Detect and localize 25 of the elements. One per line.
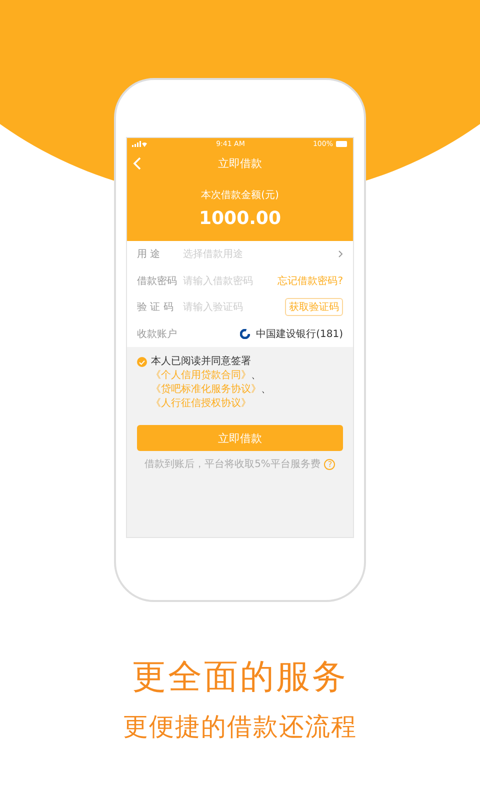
forgot-password-link[interactable]: 忘记借款密码? xyxy=(278,274,343,288)
signal-icon xyxy=(132,141,148,147)
field-label: 用 途 xyxy=(137,248,162,262)
fee-note: 借款到账后，平台将收取5%平台服务费 xyxy=(144,458,320,471)
amount-value: 1000.00 xyxy=(199,208,281,229)
agreement-link[interactable]: 《人行征信授权协议》 xyxy=(151,398,251,409)
bank-logo-icon xyxy=(240,328,250,339)
agreement-link[interactable]: 《个人信用贷款合同》 xyxy=(151,370,251,381)
agreement-link[interactable]: 《贷吧标准化服务协议》 xyxy=(151,384,261,395)
headline: 更全面的服务 xyxy=(132,656,348,699)
back-icon[interactable] xyxy=(133,157,141,170)
account-value: 中国建设银行(181) xyxy=(256,328,343,341)
agreement-text: 本人已阅读并同意签署 《个人信用贷款合同》、 《贷吧标准化服务协议》、 《人行征信授权协议》 xyxy=(151,355,272,411)
chevron-right-icon xyxy=(338,250,343,258)
help-button[interactable]: ? xyxy=(324,458,336,470)
battery-icon xyxy=(336,141,348,147)
field-label: 收款账户 xyxy=(137,328,177,341)
subline: 更便捷的借款还流程 xyxy=(123,711,357,743)
amount-label: 本次借款金额(元) xyxy=(201,188,279,202)
agree-checkbox[interactable] xyxy=(137,357,147,367)
get-code-button[interactable]: 获取验证码 xyxy=(285,298,343,316)
page-title: 立即借款 xyxy=(218,156,262,170)
field-label: 借款密码 xyxy=(137,274,177,288)
field-label: 验 证 码 xyxy=(137,301,174,314)
submit-button[interactable]: 立即借款 xyxy=(137,425,343,451)
